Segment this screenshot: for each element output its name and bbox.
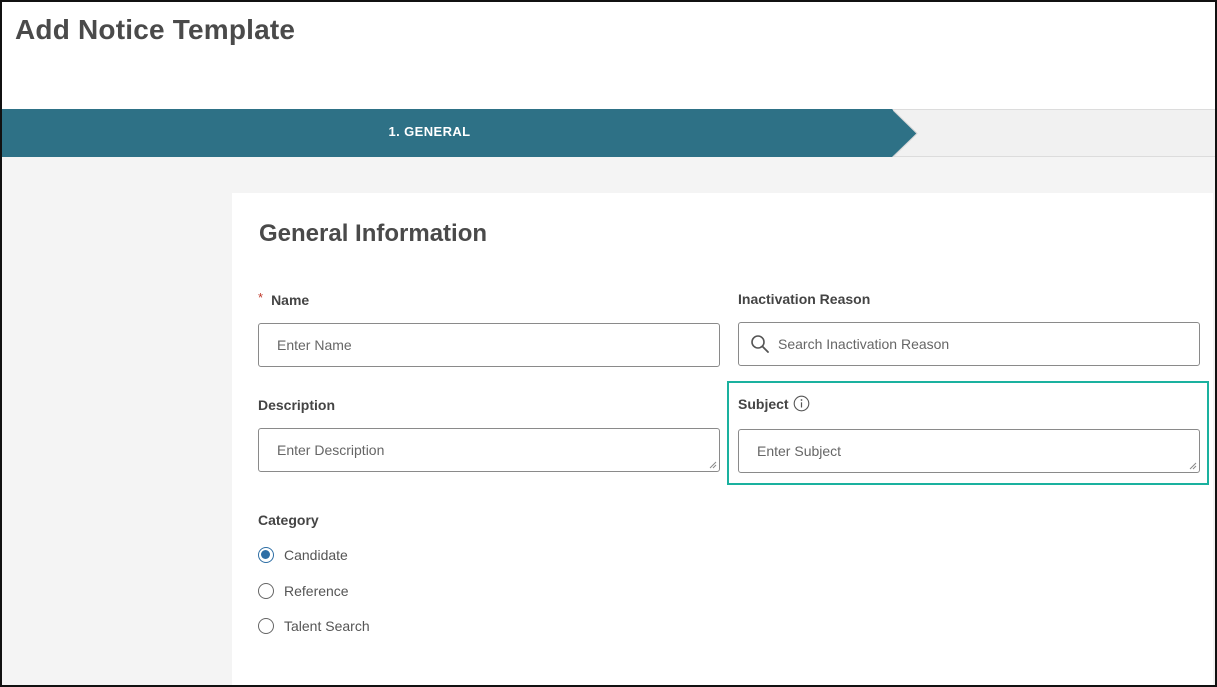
- category-option-talent-search[interactable]: Talent Search: [258, 618, 370, 634]
- category-label: Category: [258, 512, 319, 528]
- inactivation-reason-search-input[interactable]: Search Inactivation Reason: [738, 322, 1200, 366]
- category-option-candidate[interactable]: Candidate: [258, 547, 348, 563]
- resize-handle-icon[interactable]: [709, 461, 717, 469]
- subject-placeholder: Enter Subject: [757, 443, 842, 459]
- description-textarea[interactable]: Enter Description: [258, 428, 720, 472]
- category-option-reference[interactable]: Reference: [258, 583, 349, 599]
- name-label: * Name: [258, 290, 310, 308]
- description-placeholder: Enter Description: [277, 442, 385, 458]
- name-placeholder: Enter Name: [277, 337, 352, 353]
- subject-label-text: Subject: [738, 396, 789, 412]
- required-marker: *: [258, 290, 264, 305]
- search-icon: [751, 335, 769, 353]
- inactivation-reason-placeholder: Search Inactivation Reason: [778, 336, 950, 352]
- info-icon[interactable]: [793, 395, 810, 412]
- radio-button[interactable]: [258, 583, 274, 599]
- step-general[interactable]: 1. GENERAL: [2, 109, 917, 157]
- page-title: Add Notice Template: [15, 14, 296, 45]
- section-title: General Information: [259, 220, 488, 247]
- name-input[interactable]: Enter Name: [258, 323, 720, 367]
- progress-stepper: 1. GENERAL: [2, 109, 1215, 157]
- step-arrow-edge: [893, 110, 918, 157]
- name-label-text: Name: [271, 292, 310, 308]
- step-general-label: 1. GENERAL: [388, 124, 471, 139]
- category-option-label: Talent Search: [284, 618, 370, 634]
- subject-textarea[interactable]: Enter Subject: [738, 429, 1200, 473]
- description-label: Description: [258, 397, 336, 413]
- category-option-label: Candidate: [284, 547, 348, 563]
- radio-button[interactable]: [258, 618, 274, 634]
- category-option-label: Reference: [284, 583, 349, 599]
- subject-label: Subject: [738, 395, 810, 414]
- radio-button[interactable]: [258, 547, 274, 563]
- resize-handle-icon[interactable]: [1189, 462, 1197, 470]
- inactivation-reason-label: Inactivation Reason: [738, 291, 871, 307]
